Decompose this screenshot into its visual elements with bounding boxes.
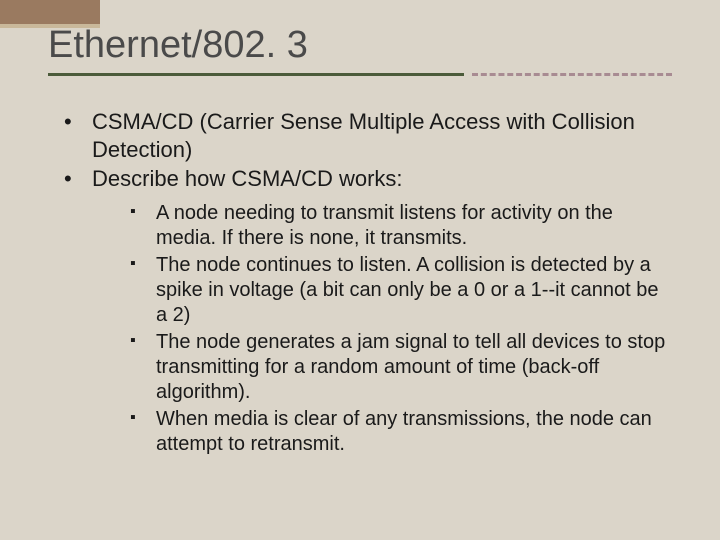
- list-item: A node needing to transmit listens for a…: [130, 201, 672, 251]
- slide-title: Ethernet/802. 3: [48, 24, 672, 73]
- list-item: Describe how CSMA/CD works: A node needi…: [58, 165, 672, 457]
- title-block: Ethernet/802. 3: [48, 24, 672, 76]
- content-area: CSMA/CD (Carrier Sense Multiple Access w…: [58, 108, 672, 459]
- bullet-text: The node continues to listen. A collisio…: [156, 254, 659, 326]
- list-item: The node continues to listen. A collisio…: [130, 253, 672, 328]
- list-item: CSMA/CD (Carrier Sense Multiple Access w…: [58, 108, 672, 163]
- bullet-text: A node needing to transmit listens for a…: [156, 202, 613, 249]
- bullet-list-level2: A node needing to transmit listens for a…: [92, 201, 672, 457]
- title-rule: [48, 73, 672, 76]
- slide: Ethernet/802. 3 CSMA/CD (Carrier Sense M…: [0, 0, 720, 540]
- bullet-text: CSMA/CD (Carrier Sense Multiple Access w…: [92, 109, 635, 162]
- bullet-list-level1: CSMA/CD (Carrier Sense Multiple Access w…: [58, 108, 672, 457]
- list-item: The node generates a jam signal to tell …: [130, 330, 672, 405]
- bullet-text: When media is clear of any transmissions…: [156, 408, 652, 455]
- list-item: When media is clear of any transmissions…: [130, 407, 672, 457]
- rule-solid: [48, 73, 464, 76]
- bullet-text: Describe how CSMA/CD works:: [92, 166, 403, 191]
- rule-dashed: [472, 73, 672, 76]
- bullet-text: The node generates a jam signal to tell …: [156, 331, 665, 403]
